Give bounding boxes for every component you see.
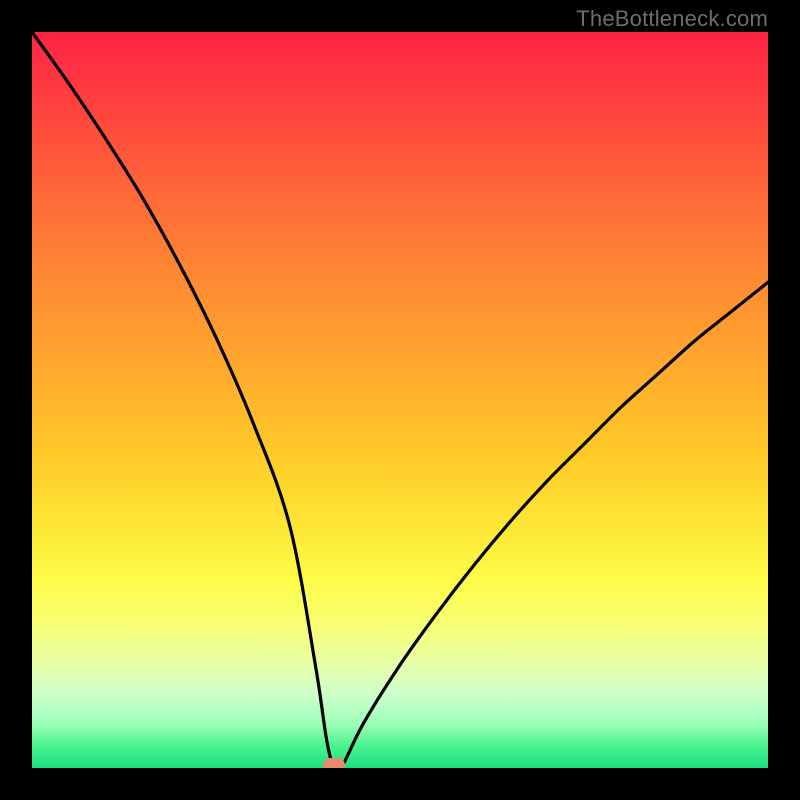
bottleneck-curve [32, 32, 768, 768]
minimum-marker [323, 758, 345, 768]
plot-area [32, 32, 768, 768]
watermark-text: TheBottleneck.com [576, 6, 768, 32]
chart-frame: TheBottleneck.com [0, 0, 800, 800]
